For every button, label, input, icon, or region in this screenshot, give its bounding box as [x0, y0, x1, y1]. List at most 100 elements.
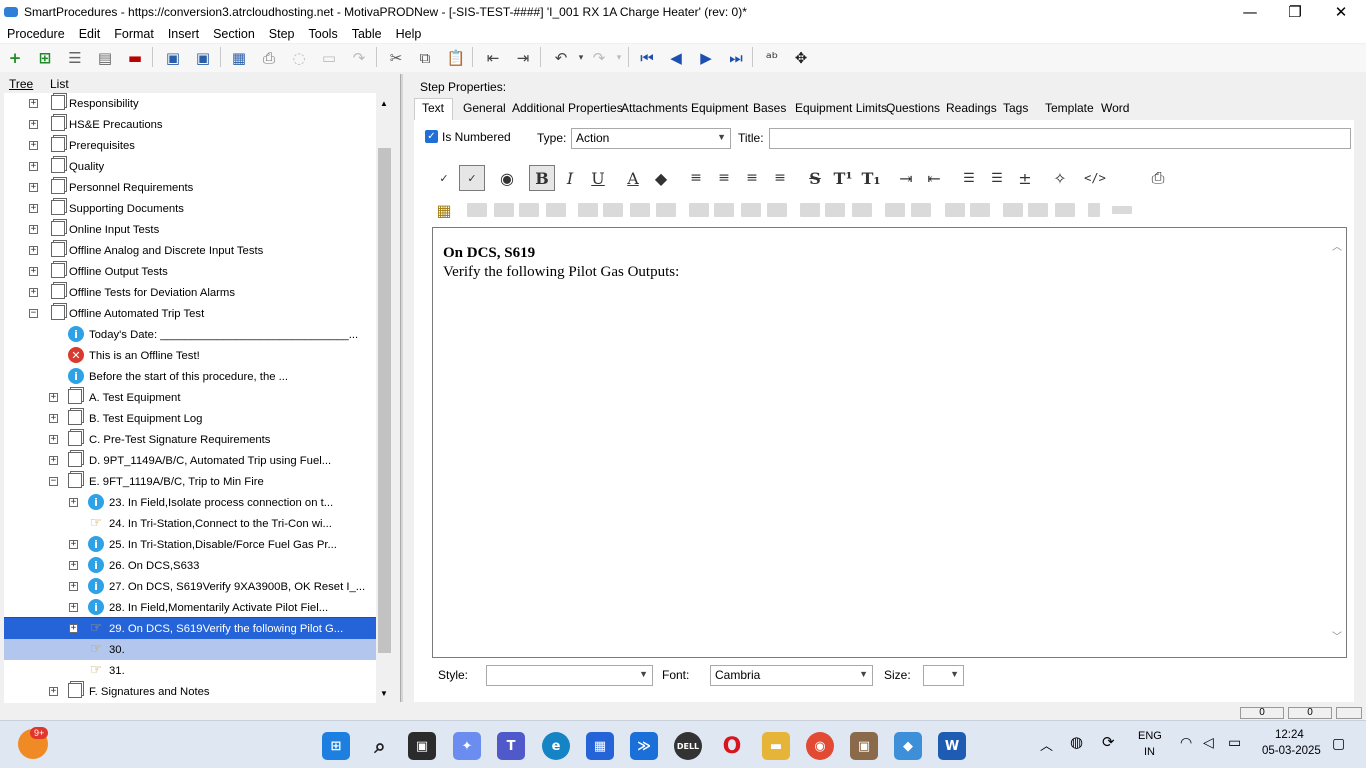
copilot-icon[interactable]: ✦ — [453, 732, 481, 760]
menu-edit[interactable]: Edit — [79, 27, 101, 41]
expand-icon[interactable]: + — [29, 120, 38, 129]
wifi-icon[interactable]: ◠ — [1180, 734, 1192, 751]
tree-node[interactable]: + Quality — [4, 156, 376, 177]
chevron-up-icon[interactable]: ︿ — [1040, 735, 1053, 754]
tree-node[interactable]: + HS&E Precautions — [4, 114, 376, 135]
tab-list[interactable]: List — [50, 77, 69, 91]
bullet-list-icon[interactable]: ☰ — [956, 165, 982, 191]
procedure-tree[interactable]: + Responsibility + HS&E Precautions + Prerequ… — [4, 93, 376, 703]
tab-text[interactable]: Text — [414, 98, 454, 120]
tab-additional-properties[interactable]: Additional Properties — [512, 101, 623, 115]
tab-questions[interactable]: Questions — [886, 101, 940, 115]
expand-icon[interactable]: + — [29, 246, 38, 255]
tab-tree[interactable]: Tree — [9, 77, 33, 91]
tree-node[interactable]: + Offline Output Tests — [4, 261, 376, 282]
tree-node[interactable]: + Online Input Tests — [4, 219, 376, 240]
scroll-down-icon[interactable]: ▼ — [380, 689, 388, 698]
tree-node[interactable]: + ☞ 29. On DCS, S619Verify the following P… — [4, 617, 376, 640]
title-input[interactable] — [769, 128, 1351, 149]
first-icon[interactable]: ⏮ — [636, 47, 658, 69]
clock-date[interactable]: 05-03-2025 — [1262, 745, 1321, 757]
paste-icon[interactable]: 📋 — [445, 47, 467, 69]
undo-icon[interactable]: ↶ — [550, 47, 572, 69]
highlight-icon[interactable]: ◆ — [648, 165, 674, 191]
auto-spellcheck-icon[interactable]: ✓ — [459, 165, 485, 191]
add-child-icon[interactable]: ⊞ — [34, 47, 56, 69]
save-icon[interactable]: ▣ — [192, 47, 214, 69]
scroll-down-icon[interactable]: ﹀ — [1332, 628, 1342, 643]
is-numbered-checkbox[interactable]: ✓ — [425, 130, 438, 143]
smartprocedures-icon[interactable]: ◆ — [894, 732, 922, 760]
tab-word[interactable]: Word — [1101, 101, 1129, 115]
tree-node[interactable]: + F. Signatures and Notes — [4, 681, 376, 702]
scroll-up-icon[interactable]: ▲ — [380, 99, 388, 108]
tab-general[interactable]: General — [463, 101, 506, 115]
font-dropdown[interactable]: Cambria ▼ — [710, 665, 873, 686]
bold-icon[interactable]: B — [529, 165, 555, 191]
expand-icon[interactable]: + — [49, 393, 58, 402]
clock-time[interactable]: 12:24 — [1275, 729, 1304, 741]
redo-icon[interactable]: ↷ — [588, 47, 610, 69]
magic-wand-icon[interactable]: ✧ — [1047, 165, 1073, 191]
expand-icon[interactable]: + — [49, 456, 58, 465]
close-button[interactable]: ✕ — [1318, 0, 1364, 24]
power-automate-icon[interactable]: ≫ — [630, 732, 658, 760]
store-icon[interactable]: ▦ — [586, 732, 614, 760]
task-view-icon[interactable]: ▣ — [408, 732, 436, 760]
chrome-icon[interactable]: ◉ — [806, 732, 834, 760]
size-dropdown[interactable]: ▼ — [923, 665, 964, 686]
tree-node[interactable]: ☞ 30. — [4, 639, 376, 660]
expand-icon[interactable]: + — [69, 561, 78, 570]
collapse-icon[interactable]: − — [49, 477, 58, 486]
list-props-icon[interactable]: ▤ — [94, 47, 116, 69]
tree-node[interactable]: + D. 9PT_1149A/B/C, Automated Trip using … — [4, 450, 376, 471]
dell-icon[interactable]: DELL — [674, 732, 702, 760]
tree-node[interactable]: − E. 9FT_1119A/B/C, Trip to Min Fire — [4, 471, 376, 492]
move-icon[interactable]: ✥ — [790, 47, 812, 69]
tree-node[interactable]: + i 23. In Field,Isolate process connectio… — [4, 492, 376, 513]
scroll-thumb[interactable] — [378, 148, 391, 653]
color-wheel-icon[interactable]: ◉ — [494, 165, 520, 191]
tree-scrollbar[interactable]: ▲ ▼ — [376, 93, 393, 703]
tab-equipment-limits[interactable]: Equipment Limits — [795, 101, 887, 115]
tree-node[interactable]: + C. Pre-Test Signature Requirements — [4, 429, 376, 450]
print-icon[interactable]: ⎙ — [1145, 165, 1171, 191]
teams-icon[interactable]: T — [497, 732, 525, 760]
expand-icon[interactable]: + — [69, 603, 78, 612]
tree-node[interactable]: + Supporting Documents — [4, 198, 376, 219]
numbered-list-icon[interactable]: ☰ — [984, 165, 1010, 191]
tree-node[interactable]: ☞ 24. In Tri-Station,Connect to the Tri-C… — [4, 513, 376, 534]
tree-node[interactable]: i Before the start of this procedure, the… — [4, 366, 376, 387]
spellcheck-icon[interactable]: ✓ — [431, 165, 457, 191]
spellcheck-icon[interactable]: ᵃᵇ — [761, 47, 783, 69]
expand-icon[interactable]: + — [29, 183, 38, 192]
file-explorer-icon[interactable]: ▬ — [762, 732, 790, 760]
type-dropdown[interactable]: Action ▼ — [571, 128, 731, 149]
sync-icon[interactable]: ⟳ — [1102, 733, 1115, 751]
expand-icon[interactable]: + — [29, 162, 38, 171]
insert-line-icon[interactable]: ± — [1012, 165, 1038, 191]
align-left-icon[interactable]: ≡ — [683, 165, 709, 191]
tab-bases[interactable]: Bases — [753, 101, 786, 115]
tree-node[interactable]: + Offline Analog and Discrete Input Tests — [4, 240, 376, 261]
expand-icon[interactable]: + — [29, 141, 38, 150]
italic-icon[interactable]: I — [557, 165, 583, 191]
edge-icon[interactable]: e — [542, 732, 570, 760]
style-dropdown[interactable]: ▼ — [486, 665, 653, 686]
tree-node[interactable]: + Prerequisites — [4, 135, 376, 156]
editor-scrollbar[interactable]: ︿ ﹀ — [1332, 238, 1344, 643]
tab-attachments[interactable]: Attachments — [621, 101, 688, 115]
battery-icon[interactable]: ▭ — [1228, 734, 1241, 751]
panel-splitter[interactable] — [400, 74, 403, 702]
menu-procedure[interactable]: Procedure — [7, 27, 65, 41]
redo-dropdown-icon[interactable]: ▾ — [608, 47, 630, 69]
expand-icon[interactable]: + — [49, 687, 58, 696]
menu-format[interactable]: Format — [114, 27, 154, 41]
cut-icon[interactable]: ✂ — [385, 47, 407, 69]
tree-node[interactable]: + Offline Tests for Deviation Alarms — [4, 282, 376, 303]
superscript-icon[interactable]: T¹ — [830, 165, 856, 191]
menu-tools[interactable]: Tools — [309, 27, 338, 41]
tab-readings[interactable]: Readings — [946, 101, 997, 115]
strikethrough-icon[interactable]: S — [802, 165, 828, 191]
expand-icon[interactable]: + — [29, 99, 38, 108]
